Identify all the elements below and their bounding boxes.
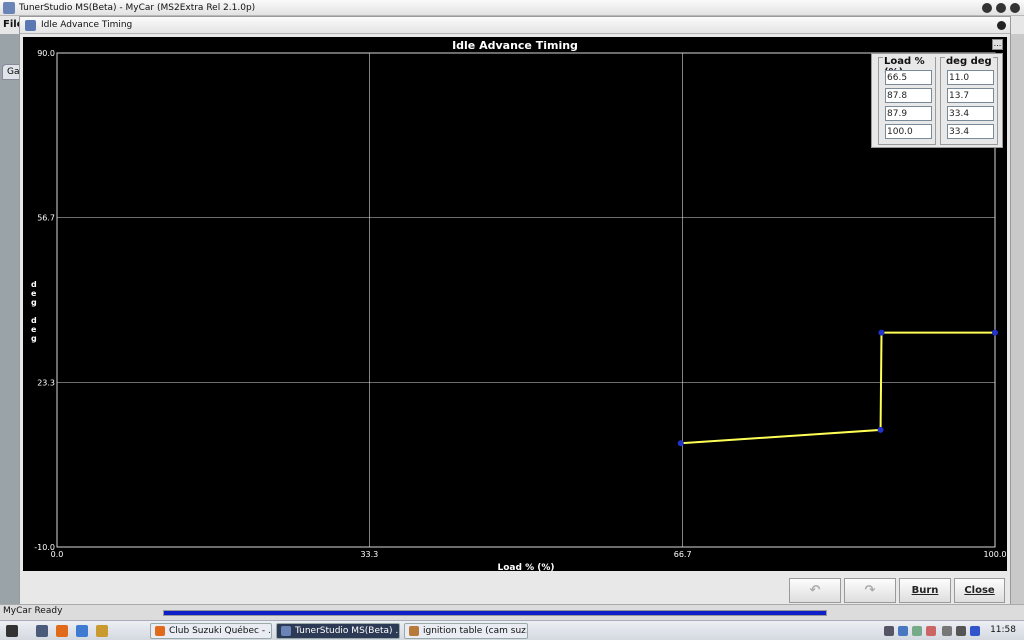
y-axis-label: deg deg	[31, 280, 37, 343]
plot-border	[56, 52, 996, 548]
curve-chart[interactable]: 0.0 33.3 66.7 100.0 -10.0 23.3 56.7 90.0 Load % …	[23, 37, 1007, 571]
clock: 11:58	[990, 625, 1016, 635]
curve-table: Load % (%) deg deg	[871, 53, 1003, 148]
task-ignition-table[interactable]: ignition table (cam suz...	[404, 623, 528, 639]
dialog-titlebar[interactable]: Idle Advance Timing	[20, 17, 1010, 34]
network-tray-icon[interactable]	[884, 626, 894, 636]
chart-svg: 0.0 33.3 66.7 100.0-10.023.356.790.0Load % …	[31, 49, 1007, 571]
tools-launcher-icon[interactable]	[96, 625, 108, 637]
chart-title: Idle Advance Timing	[452, 39, 578, 52]
deg-cell-2[interactable]	[947, 88, 994, 103]
deg-cell-3[interactable]	[947, 106, 994, 121]
minimize-icon[interactable]	[982, 2, 992, 13]
deg-column-header: deg deg	[945, 56, 993, 67]
maximize-icon[interactable]	[996, 2, 1006, 13]
chart-menu-button[interactable]: ...	[992, 39, 1003, 50]
task-club-suzuki[interactable]: Club Suzuki Québec - ...	[150, 623, 272, 639]
app-title: TunerStudio MS(Beta) - MyCar (MS2Extra R…	[19, 2, 256, 13]
app-titlebar: TunerStudio MS(Beta) - MyCar (MS2Extra R…	[0, 0, 1024, 16]
deg-cell-1[interactable]	[947, 70, 994, 85]
load-cell-3[interactable]	[885, 106, 932, 121]
tunerstudio-icon	[281, 626, 291, 636]
status-progress-bar	[163, 610, 827, 616]
burn-button[interactable]: Burn	[899, 578, 951, 603]
dialog-title: Idle Advance Timing	[41, 20, 133, 30]
dialog-close-icon[interactable]	[997, 20, 1006, 30]
load-column: Load % (%)	[878, 56, 936, 145]
load-cell-4[interactable]	[885, 124, 932, 139]
data-point	[878, 329, 885, 336]
background-tab[interactable]: Ga	[2, 64, 20, 80]
dialog-app-icon	[25, 19, 36, 31]
series-line	[680, 331, 995, 445]
app-launcher-icon[interactable]	[76, 625, 88, 637]
redo-icon: ↷	[864, 583, 876, 598]
status-text: MyCar Ready	[3, 606, 63, 616]
app-logo-icon	[3, 1, 15, 14]
task-tunerstudio[interactable]: TunerStudio MS(Beta) ...	[276, 623, 400, 639]
undo-icon: ↶	[809, 583, 821, 598]
background-panel-right	[1010, 34, 1024, 604]
task-label: Club Suzuki Québec - ...	[169, 626, 272, 636]
update-tray-icon[interactable]	[898, 626, 908, 636]
settings-tray-icon[interactable]	[942, 626, 952, 636]
task-label: TunerStudio MS(Beta) ...	[295, 626, 400, 636]
y-tick-label: 56.7	[37, 214, 55, 223]
x-tick-label: 66.7	[674, 550, 692, 559]
firefox-icon	[155, 626, 165, 636]
background-panel: Ga M	[0, 34, 20, 636]
battery-tray-icon[interactable]	[970, 626, 980, 636]
progress-fill	[164, 611, 826, 615]
volume-tray-icon[interactable]	[956, 626, 966, 636]
y-tick-label: -10.0	[34, 543, 55, 552]
deg-cell-4[interactable]	[947, 124, 994, 139]
close-icon[interactable]	[1010, 2, 1020, 13]
data-point	[992, 329, 998, 336]
x-axis-label: Load % (%)	[498, 563, 555, 571]
task-label: ignition table (cam suz...	[423, 626, 528, 636]
taskbar: Club Suzuki Québec - ... TunerStudio MS(…	[0, 620, 1024, 640]
deg-column: deg deg	[940, 56, 998, 145]
image-viewer-icon	[409, 626, 419, 636]
clipboard-tray-icon[interactable]	[912, 626, 922, 636]
window-controls	[982, 2, 1020, 13]
show-desktop-icon[interactable]	[36, 625, 48, 637]
y-tick-label: 23.3	[37, 378, 55, 387]
dialog-button-row: ↶ ↷ Burn Close	[20, 578, 1010, 604]
undo-button[interactable]: ↶	[789, 578, 841, 603]
alert-tray-icon[interactable]	[926, 626, 936, 636]
idle-advance-dialog: Idle Advance Timing 0.0 33.3 66.7 100.0 -10.…	[19, 16, 1011, 606]
firefox-launcher-icon[interactable]	[56, 625, 68, 637]
load-cell-1[interactable]	[885, 70, 932, 85]
redo-button[interactable]: ↷	[844, 578, 896, 603]
data-point	[677, 440, 684, 447]
close-button[interactable]: Close	[954, 578, 1005, 603]
x-tick-label: 100.0	[984, 550, 1007, 559]
load-cell-2[interactable]	[885, 88, 932, 103]
data-point	[877, 426, 884, 433]
start-menu-icon[interactable]	[6, 625, 18, 637]
status-bar: MyCar Ready	[0, 604, 1024, 618]
x-tick-label: 33.3	[360, 550, 378, 559]
